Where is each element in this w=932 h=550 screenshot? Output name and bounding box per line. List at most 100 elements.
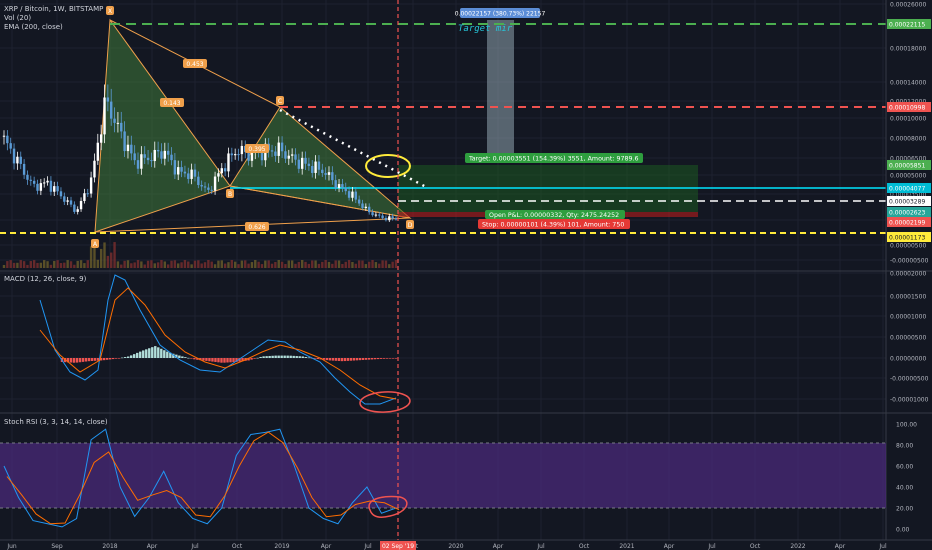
macd-histogram-bar: [111, 358, 115, 360]
volume-bar: [351, 261, 354, 268]
candle-body: [230, 153, 234, 156]
macd-histogram-bar: [193, 358, 196, 360]
volume-bar: [126, 260, 130, 268]
macd-histogram-bar: [130, 355, 133, 358]
candle-body: [12, 148, 16, 164]
volume-bar: [156, 262, 160, 268]
position-stop-label[interactable]: Stop: 0.00000101 (4.39%) 101, Amount: 75…: [478, 219, 630, 229]
volume-bar: [96, 259, 100, 268]
price-tick-label: 0.00008000: [890, 136, 926, 143]
macd-histogram-bar: [145, 349, 148, 358]
macd-histogram-bar: [163, 350, 166, 358]
price-tick-label: -0.00000500: [890, 258, 929, 265]
candle-body: [96, 142, 100, 161]
candle-body: [197, 176, 200, 185]
macd-histogram-bar: [69, 358, 73, 363]
macd-histogram-bar: [223, 358, 226, 363]
candle-body: [307, 163, 311, 166]
volume-bar: [341, 263, 344, 268]
candle-body: [193, 169, 197, 177]
macd-histogram-bar: [340, 358, 344, 362]
volume-bar: [240, 260, 244, 268]
macd-histogram-bar: [379, 358, 383, 359]
volume-bar: [36, 262, 39, 268]
candle-body: [304, 157, 307, 164]
volume-bar: [2, 265, 6, 268]
volume-bar: [233, 261, 237, 268]
volume-bar: [337, 260, 341, 268]
candle-body: [173, 160, 177, 175]
candle-body: [381, 215, 384, 218]
candle-body: [83, 193, 86, 202]
macd-histogram-bar: [385, 358, 389, 359]
candle-body: [43, 182, 46, 184]
volume-bar: [73, 264, 76, 268]
volume-bar: [300, 260, 304, 268]
candle-body: [177, 167, 180, 175]
price-tick-label: 0.00026000: [890, 2, 926, 9]
macd-histogram-bar: [334, 358, 338, 361]
volume-bar: [177, 263, 180, 268]
candle-body: [6, 135, 9, 144]
macd-histogram-bar: [166, 351, 169, 358]
macd-histogram-bar: [346, 358, 350, 361]
ratio-label-2-text: 0.143: [163, 100, 180, 107]
candle-body: [240, 145, 244, 155]
candle-body: [314, 161, 317, 173]
time-tick-label: Apr: [147, 543, 158, 550]
time-tick-label: Sep: [51, 543, 63, 550]
macd-histogram-bar: [250, 358, 253, 360]
volume-bar: [19, 260, 22, 268]
candle-body: [364, 206, 368, 209]
rsi-tick-label: 60.00: [896, 464, 913, 471]
macd-histogram-bar: [280, 355, 283, 358]
macd-histogram-bar: [187, 357, 190, 359]
volume-bar: [213, 264, 217, 268]
volume-bar: [22, 261, 26, 268]
position-target-label[interactable]: Target: 0.00003551 (154.39%) 3551, Amoun…: [465, 153, 643, 163]
rsi-tick-label: 100.00: [896, 422, 917, 429]
macd-histogram-bar: [157, 347, 160, 358]
candle-body: [361, 203, 364, 209]
macd-histogram-bar: [253, 358, 256, 359]
candle-body: [227, 153, 230, 172]
volume-bar: [146, 260, 150, 268]
volume-bar: [9, 260, 12, 268]
price-badge-label: 0.00010998: [889, 105, 925, 112]
price-tick-label: 0.00014000: [890, 80, 926, 87]
rsi-tick-label: 20.00: [896, 506, 913, 513]
candle-body: [126, 144, 130, 152]
price-badge: 0.00001173: [887, 232, 931, 242]
position-open-pnl-label[interactable]: Open P&L: 0.00000332, Qty: 2475.24252: [485, 210, 625, 219]
position-open-pnl-text: Open P&L: 0.00000332, Qty: 2475.24252: [489, 212, 619, 219]
pattern-point-c: C: [276, 96, 284, 105]
price-badge-label: 0.00001173: [889, 235, 925, 242]
candle-body: [26, 174, 29, 180]
ema-legend[interactable]: EMA (200, close): [4, 23, 63, 31]
candle-body: [103, 97, 106, 135]
macd-histogram-bar: [154, 346, 157, 358]
volume-bar: [220, 260, 223, 268]
pattern-point-b: B: [226, 189, 234, 198]
volume-bar: [183, 260, 187, 268]
volume-bar: [311, 260, 314, 268]
volume-bar: [237, 264, 240, 268]
volume-legend[interactable]: Vol (20): [4, 14, 31, 22]
volume-bar: [280, 261, 284, 268]
rsi-tick-label: 40.00: [896, 485, 913, 492]
volume-bar: [284, 263, 287, 268]
pattern-point-x: X: [106, 6, 114, 15]
volume-bar: [331, 263, 334, 268]
volume-bar: [29, 261, 33, 268]
candle-body: [334, 180, 337, 188]
stoch-rsi-legend[interactable]: Stoch RSI (3, 3, 14, 14, close): [4, 418, 108, 426]
candle-body: [321, 169, 324, 174]
tradingview-chart[interactable]: X A B C D 0.453 0.143 0.395 0.626 0.0002…: [0, 0, 932, 550]
volume-bar: [59, 263, 63, 268]
macd-legend[interactable]: MACD (12, 26, close, 9): [4, 275, 87, 283]
volume-bar: [163, 261, 167, 268]
candle-body: [9, 143, 12, 149]
symbol-legend[interactable]: XRP / Bitcoin, 1W, BITSTAMP: [4, 5, 103, 13]
volume-bar: [153, 263, 156, 268]
macd-histogram-bar: [286, 355, 289, 358]
